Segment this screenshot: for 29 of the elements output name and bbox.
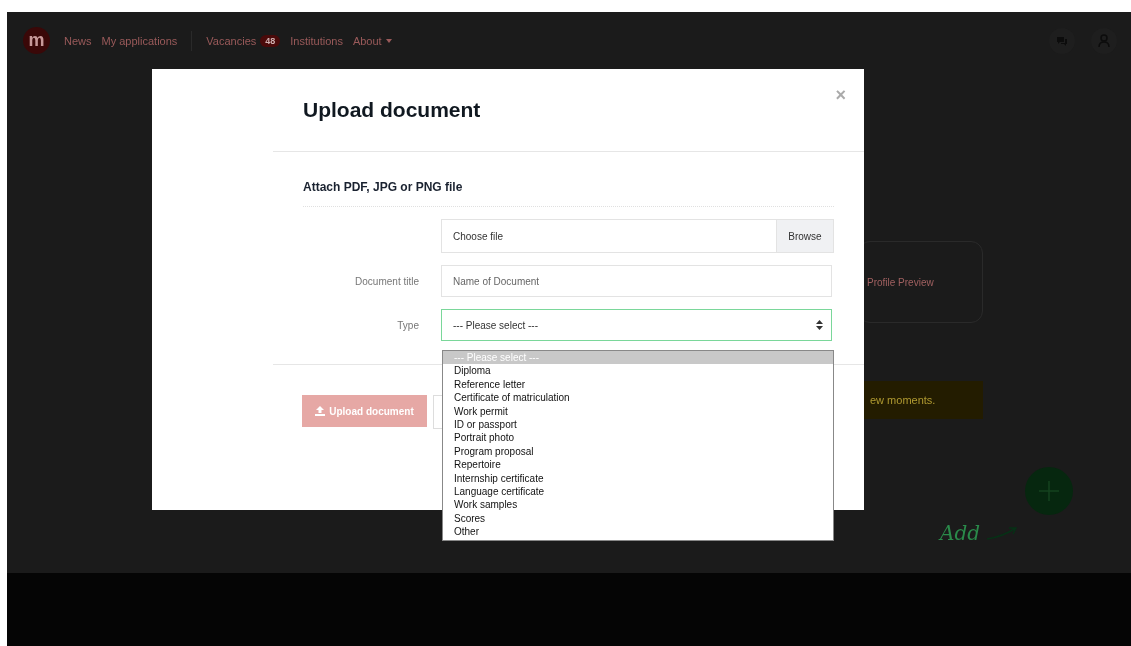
dropdown-option[interactable]: Certificate of matriculation: [443, 391, 833, 405]
dropdown-option[interactable]: Scores: [443, 511, 833, 526]
document-title-field[interactable]: Name of Document: [441, 265, 832, 297]
dropdown-option[interactable]: ID or passport: [443, 417, 833, 432]
dropdown-option[interactable]: Language certificate: [443, 484, 833, 499]
dropdown-option[interactable]: Diploma: [443, 364, 833, 378]
plus-icon: [1038, 480, 1060, 502]
dropdown-option[interactable]: Portrait photo: [443, 431, 833, 445]
add-hint: Add: [940, 521, 981, 545]
sort-icon: [816, 320, 823, 330]
section-title: Attach PDF, JPG or PNG file: [303, 180, 834, 207]
file-field[interactable]: Choose file Browse: [441, 219, 834, 253]
nav-link[interactable]: Vacancies 48: [206, 34, 281, 47]
dropdown-option[interactable]: Work samples: [443, 498, 833, 512]
logo[interactable]: m: [23, 27, 50, 54]
count-badge: 48: [260, 34, 281, 47]
dropdown-option[interactable]: Work permit: [443, 404, 833, 418]
type-select[interactable]: --- Please select ---: [441, 309, 832, 341]
dialog-title: Upload document: [303, 98, 481, 122]
browse-button[interactable]: Browse: [776, 220, 833, 252]
dropdown-option[interactable]: Internship certificate: [443, 471, 833, 485]
dropdown-option[interactable]: Program proposal: [443, 444, 833, 459]
field-label: Document title: [354, 275, 419, 287]
add-button[interactable]: [1025, 467, 1073, 515]
dropdown-option[interactable]: Other: [443, 525, 833, 539]
field-label: Type: [396, 319, 419, 331]
dropdown-option[interactable]: Repertoire: [443, 458, 833, 472]
upload-icon: [315, 406, 326, 416]
dropdown-option[interactable]: Reference letter: [443, 377, 833, 392]
